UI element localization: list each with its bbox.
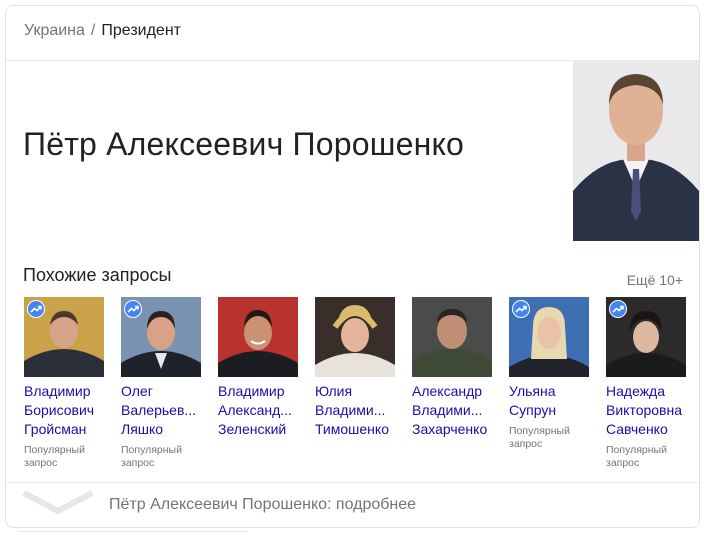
entity-title: Пётр Алексеевич Порошенко (23, 126, 465, 162)
person-thumbnail[interactable] (315, 297, 395, 377)
trending-icon (124, 300, 142, 318)
portrait-image (573, 61, 699, 241)
person-name[interactable]: Юлия Владими... Тимошенко (315, 382, 411, 439)
popular-query-label: Популярный запрос (509, 425, 570, 450)
person-photo (315, 297, 395, 377)
person-name[interactable]: Владимир Александ... Зеленский (218, 382, 314, 439)
popular-query-label: Популярный запрос (24, 444, 85, 469)
knowledge-panel: Украина / Президент Пётр Алексеевич Пороше… (5, 5, 700, 528)
more-about-link[interactable]: Пётр Алексеевич Порошенко: подробнее (109, 496, 416, 514)
person-photo (412, 297, 492, 377)
trending-icon (27, 300, 45, 318)
divider (18, 531, 248, 532)
breadcrumb-country[interactable]: Украина (24, 22, 85, 39)
person-thumbnail[interactable] (218, 297, 298, 377)
chevron-down-icon (22, 489, 94, 524)
person-name[interactable]: Александр Владими... Захарченко (412, 382, 508, 439)
person-name[interactable]: Олег Валерьев... Ляшко (121, 382, 217, 439)
breadcrumb-separator: / (90, 22, 96, 39)
person-name[interactable]: Ульяна Супрун (509, 382, 605, 420)
person-name[interactable]: Владимир Борисович Гройсман (24, 382, 120, 439)
related-searches-heading: Похожие запросы (23, 265, 172, 285)
breadcrumb-role: Президент (101, 22, 181, 39)
popular-query-label: Популярный запрос (606, 444, 667, 469)
popular-query-label: Популярный запрос (121, 444, 182, 469)
more-about-row[interactable]: Пётр Алексеевич Порошенко: подробнее (6, 482, 699, 527)
more-related-link[interactable]: Ещё 10+ (627, 272, 683, 288)
breadcrumb: Украина / Президент (24, 22, 181, 40)
person-name[interactable]: Надежда Викторовна Савченко (606, 382, 699, 439)
person-thumbnail[interactable] (412, 297, 492, 377)
person-photo (218, 297, 298, 377)
entity-photo[interactable] (573, 61, 699, 241)
trending-icon (609, 300, 627, 318)
trending-icon (512, 300, 530, 318)
